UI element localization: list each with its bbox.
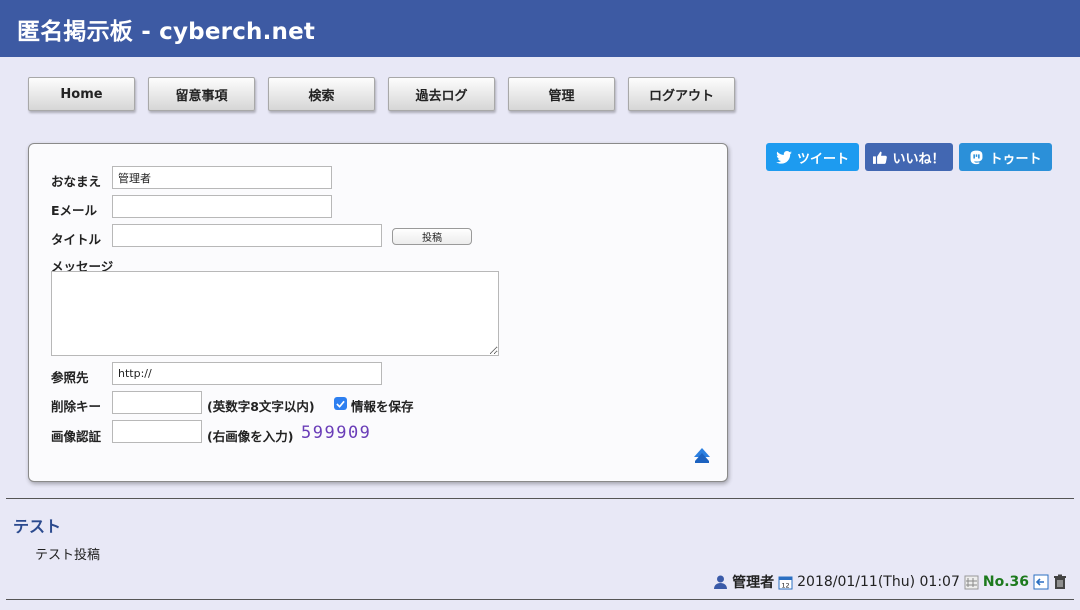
reply-icon[interactable] xyxy=(1033,574,1049,590)
nav-home-button[interactable]: Home xyxy=(28,77,135,111)
post-body: テスト投稿 xyxy=(35,548,101,563)
nav-search-button[interactable]: 検索 xyxy=(268,77,375,111)
nav-admin-button[interactable]: 管理 xyxy=(508,77,615,111)
twitter-bird-icon xyxy=(776,150,792,164)
email-input[interactable] xyxy=(112,195,332,218)
captcha-input[interactable] xyxy=(112,420,202,443)
user-icon xyxy=(714,575,728,589)
delete-key-label: 削除キー xyxy=(51,399,102,414)
site-title: 匿名掲示板 - cyberch.net xyxy=(17,19,316,45)
svg-text:12: 12 xyxy=(782,581,790,589)
save-info-checkbox[interactable] xyxy=(334,397,347,410)
divider-bottom xyxy=(6,599,1074,600)
post-datetime: 2018/01/11(Thu) 01:07 xyxy=(797,574,960,590)
delete-key-input[interactable] xyxy=(112,391,202,414)
like-button[interactable]: いいね！ xyxy=(865,143,953,171)
post-title: テスト xyxy=(13,517,62,536)
title-label: タイトル xyxy=(51,232,102,247)
email-label: Eメール xyxy=(51,203,98,218)
toot-button[interactable]: トゥート xyxy=(959,143,1052,171)
post-author: 管理者 xyxy=(732,575,775,591)
nav-archive-button[interactable]: 過去ログ xyxy=(388,77,495,111)
toot-label: トゥート xyxy=(989,151,1042,167)
name-label: おなまえ xyxy=(51,174,102,189)
mastodon-icon xyxy=(971,150,983,164)
post-form-panel: おなまえ Eメール タイトル 投稿 メッセージ 参照先 削除キー (英数字8文字… xyxy=(28,143,728,482)
delete-key-note: (英数字8文字以内) xyxy=(207,399,315,414)
nav-notes-button[interactable]: 留意事項 xyxy=(148,77,255,111)
url-input[interactable] xyxy=(112,362,382,385)
post-number: No.36 xyxy=(982,574,1029,590)
tweet-button[interactable]: ツイート xyxy=(766,143,859,171)
save-info-label: 情報を保存 xyxy=(351,399,414,414)
share-buttons: ツイート いいね！ トゥート xyxy=(766,143,1052,171)
thumbs-up-icon xyxy=(873,151,888,164)
number-icon xyxy=(964,575,979,589)
tweet-label: ツイート xyxy=(796,151,849,167)
name-input[interactable] xyxy=(112,166,332,189)
nav-logout-button[interactable]: ログアウト xyxy=(628,77,735,111)
captcha-note: (右画像を入力) xyxy=(207,429,294,444)
site-header: 匿名掲示板 - cyberch.net xyxy=(0,0,1080,57)
title-input[interactable] xyxy=(112,224,382,247)
message-textarea[interactable] xyxy=(51,271,499,356)
captcha-label: 画像認証 xyxy=(51,429,102,444)
url-label: 参照先 xyxy=(51,370,89,385)
submit-button[interactable]: 投稿 xyxy=(392,228,472,245)
post-meta: 管理者 12 2018/01/11(Thu) 01:07 No.36 xyxy=(713,572,1067,592)
like-label: いいね！ xyxy=(892,151,945,167)
trash-icon[interactable] xyxy=(1053,574,1067,590)
divider-top xyxy=(6,498,1074,499)
scroll-top-icon[interactable] xyxy=(693,447,711,468)
calendar-icon: 12 xyxy=(778,576,793,589)
checkmark-icon xyxy=(336,400,345,408)
captcha-image: 599909 xyxy=(301,423,372,443)
main-nav: Home 留意事項 検索 過去ログ 管理 ログアウト xyxy=(28,77,735,111)
